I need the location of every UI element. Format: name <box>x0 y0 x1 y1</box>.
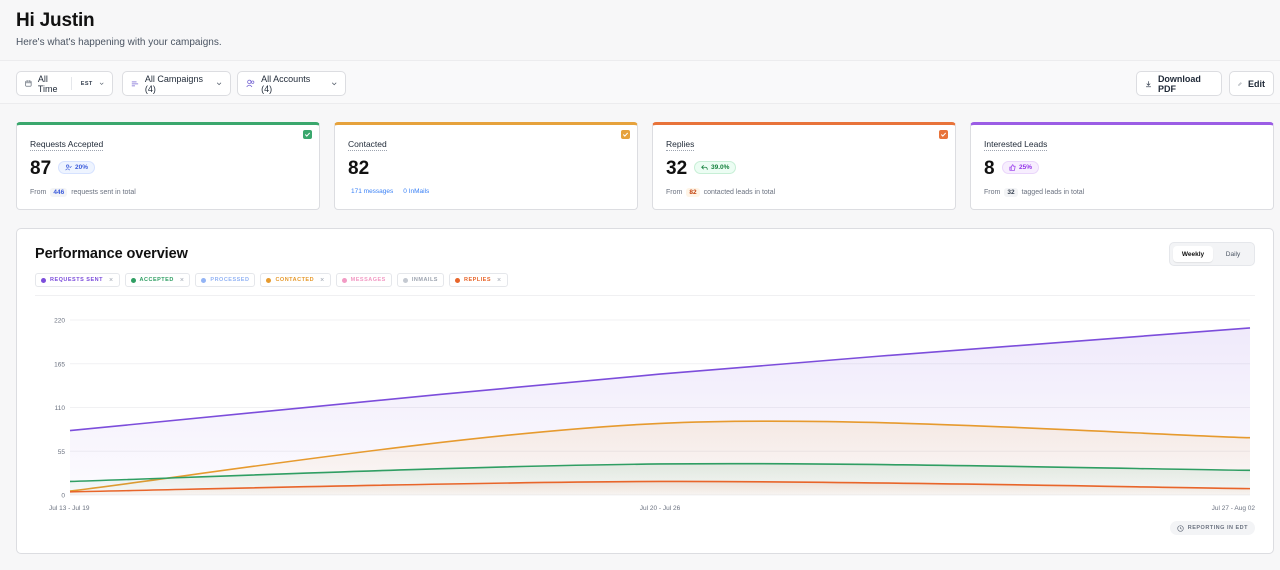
time-filter-button[interactable]: All Time EST <box>16 71 113 96</box>
x-tick-label: Jul 13 - Jul 19 <box>49 505 90 512</box>
greeting-title: Hi Justin <box>16 10 95 31</box>
card-checkbox[interactable] <box>939 130 948 139</box>
y-tick-label: 55 <box>58 449 66 456</box>
badge-text: 20% <box>75 164 89 171</box>
download-label: Download PDF <box>1157 73 1201 94</box>
y-tick-label: 110 <box>55 405 66 412</box>
timezone-label: EST <box>80 80 93 87</box>
user-check-icon <box>65 164 72 171</box>
performance-panel: Performance overview Weekly Daily REQUES… <box>16 228 1274 554</box>
campaign-filter-label: All Campaigns (4) <box>144 73 203 94</box>
pencil-icon <box>1238 81 1242 86</box>
card-value: 32 <box>666 158 688 179</box>
footnote-text: REPORTING IN EDT <box>1187 525 1248 531</box>
card-contacted[interactable]: Contacted 82 171 messages 0 InMails <box>334 122 638 210</box>
percent-badge: 25% <box>1002 161 1040 174</box>
y-tick-label: 0 <box>61 493 65 500</box>
footer-suffix: requests sent in total <box>71 189 136 196</box>
card-title: Replies <box>666 139 695 151</box>
account-filter-button[interactable]: All Accounts (4) <box>237 71 346 96</box>
badge-text: 39.0% <box>711 164 730 171</box>
download-pdf-button[interactable]: Download PDF <box>1136 71 1222 96</box>
y-tick-label: 165 <box>54 361 65 368</box>
card-title: Requests Accepted <box>30 139 104 151</box>
campaign-icon <box>131 81 139 87</box>
edit-button[interactable]: Edit <box>1229 71 1274 96</box>
footer-prefix: From <box>666 189 683 196</box>
card-value: 82 <box>348 158 370 179</box>
download-icon <box>1146 80 1151 87</box>
greeting-subtitle: Here's what's happening with your campai… <box>16 37 222 48</box>
card-replies[interactable]: Replies 32 39.0% From 82 contacted leads… <box>652 122 956 210</box>
footer-suffix: contacted leads in total <box>703 189 776 196</box>
card-value: 8 <box>984 158 995 179</box>
card-title: Contacted <box>348 139 387 151</box>
campaign-filter-button[interactable]: All Campaigns (4) <box>122 71 231 96</box>
inmails-link[interactable]: 0 InMails <box>403 188 429 195</box>
footer-count: 446 <box>50 188 68 197</box>
reporting-timezone-badge: REPORTING IN EDT <box>1169 521 1255 535</box>
footer-suffix: tagged leads in total <box>1021 189 1085 196</box>
page-header: Hi Justin Here's what's happening with y… <box>16 10 222 48</box>
thumbs-up-icon <box>1009 164 1016 171</box>
card-checkbox[interactable] <box>621 130 630 139</box>
filter-toolbar: All Time EST All Campaigns (4) All Accou… <box>0 60 1280 104</box>
chevron-down-icon <box>331 82 337 86</box>
chevron-down-icon <box>99 82 104 85</box>
time-filter-label: All Time <box>37 73 58 94</box>
account-filter-label: All Accounts (4) <box>261 73 311 94</box>
card-footer: From 82 contacted leads in total <box>666 188 775 197</box>
percent-badge: 20% <box>58 161 96 174</box>
performance-chart: 0 55 110 165 220 Jul 13 - Jul 19 Jul 20 - Jul … <box>49 318 1256 513</box>
card-value: 87 <box>30 158 52 179</box>
card-footer: From 32 tagged leads in total <box>984 188 1084 197</box>
card-requests-accepted[interactable]: Requests Accepted 87 20% From 446 reques… <box>16 122 320 210</box>
check-icon <box>622 132 629 137</box>
divider <box>71 77 72 90</box>
card-interested-leads[interactable]: Interested Leads 8 25% From 32 tagged le… <box>970 122 1274 210</box>
reply-icon <box>701 165 708 170</box>
check-icon <box>304 132 311 137</box>
card-footer: 171 messages 0 InMails <box>351 188 429 195</box>
footer-prefix: From <box>30 189 47 196</box>
card-checkbox[interactable] <box>303 130 312 139</box>
footer-prefix: From <box>984 189 1001 196</box>
card-title: Interested Leads <box>984 139 1048 151</box>
messages-link[interactable]: 171 messages <box>351 188 393 195</box>
check-icon <box>940 132 947 137</box>
y-tick-label: 220 <box>54 318 65 325</box>
footer-count: 82 <box>686 188 700 197</box>
clock-icon <box>1177 524 1184 532</box>
footer-count: 32 <box>1004 188 1018 197</box>
x-tick-label: Jul 27 - Aug 02 <box>1212 505 1256 512</box>
percent-badge: 39.0% <box>694 161 737 174</box>
edit-label: Edit <box>1248 78 1265 89</box>
users-icon <box>246 79 255 88</box>
x-tick-label: Jul 20 - Jul 26 <box>640 505 681 512</box>
calendar-icon <box>25 80 32 87</box>
card-footer: From 446 requests sent in total <box>30 188 136 197</box>
chevron-down-icon <box>216 82 222 86</box>
badge-text: 25% <box>1019 164 1033 171</box>
